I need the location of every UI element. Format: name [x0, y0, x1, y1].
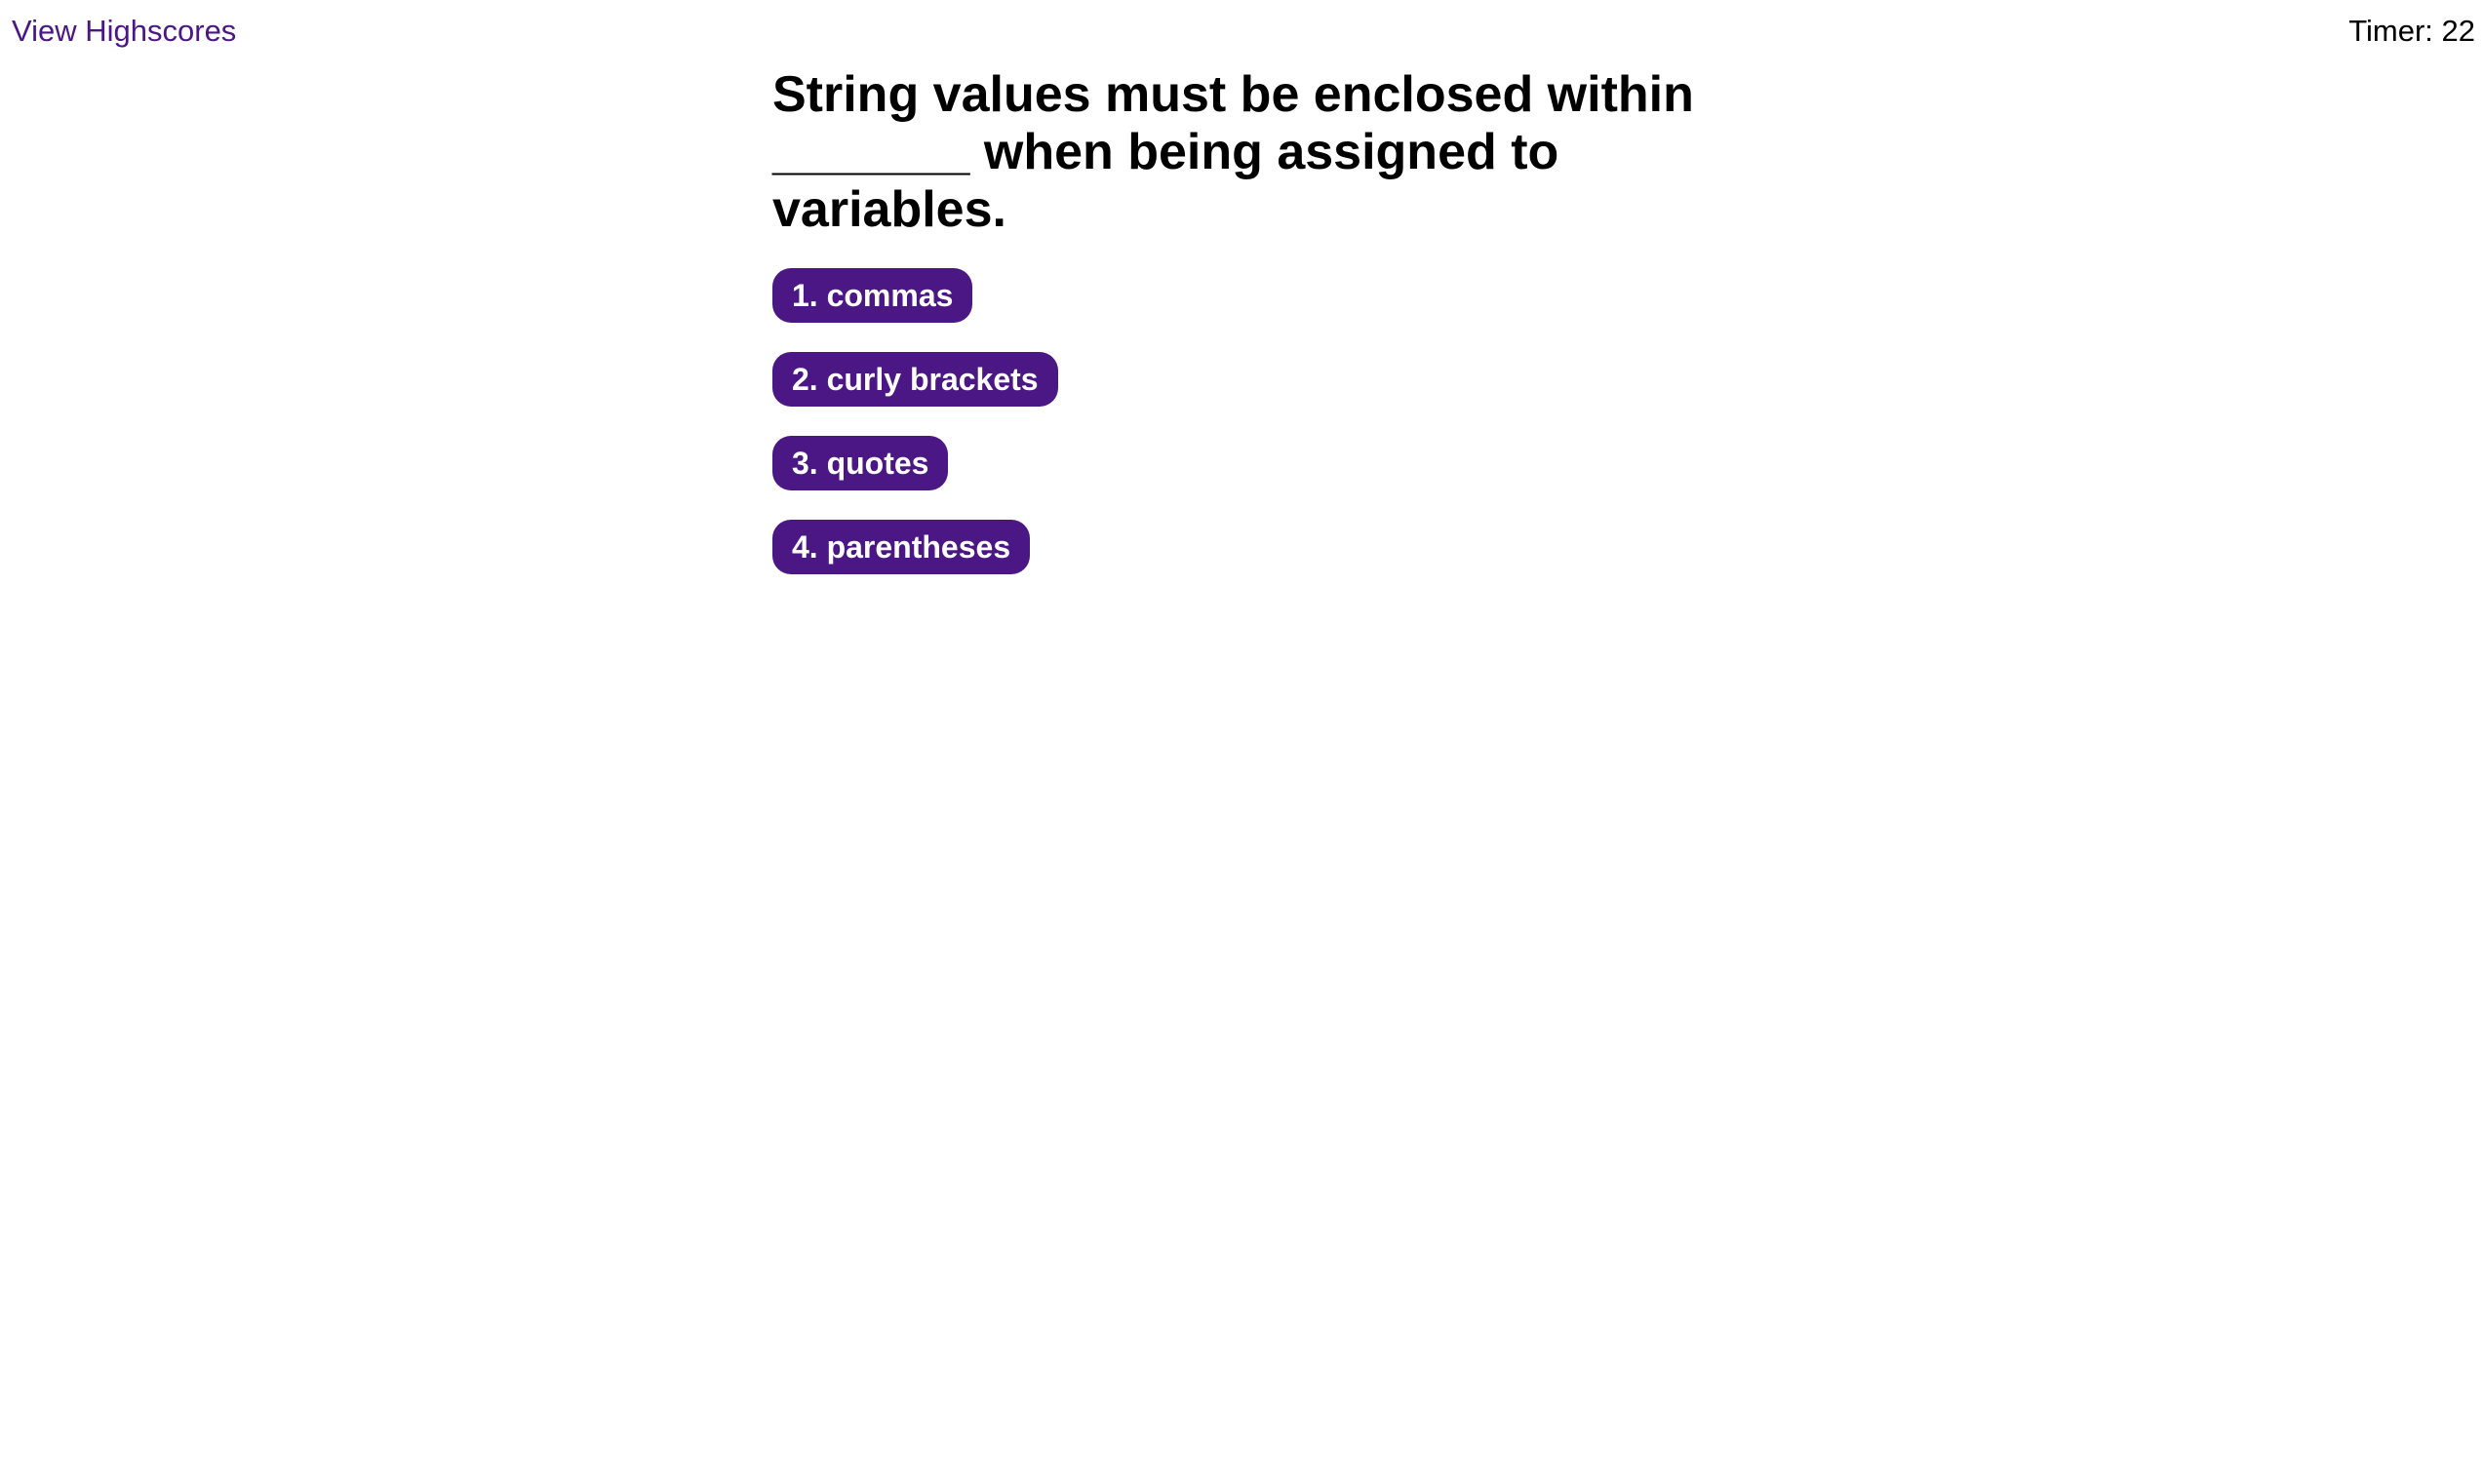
answer-button-quotes[interactable]: 3. quotes: [772, 436, 949, 490]
answer-button-parentheses[interactable]: 4. parentheses: [772, 520, 1031, 574]
answer-button-curly-brackets[interactable]: 2. curly brackets: [772, 352, 1058, 407]
quiz-page: View Highscores Timer: 22 String values …: [0, 0, 2483, 1484]
answer-button-commas[interactable]: 1. commas: [772, 268, 973, 323]
answer-choices: 1. commas 2. curly brackets 3. quotes 4.…: [772, 268, 1709, 604]
question-container: String values must be enclosed within __…: [772, 66, 1709, 604]
question-title: String values must be enclosed within __…: [772, 66, 1694, 238]
view-highscores-link[interactable]: View Highscores: [12, 12, 236, 51]
timer-display: Timer: 22: [2348, 14, 2475, 48]
top-bar: View Highscores Timer: 22: [0, 0, 2483, 59]
